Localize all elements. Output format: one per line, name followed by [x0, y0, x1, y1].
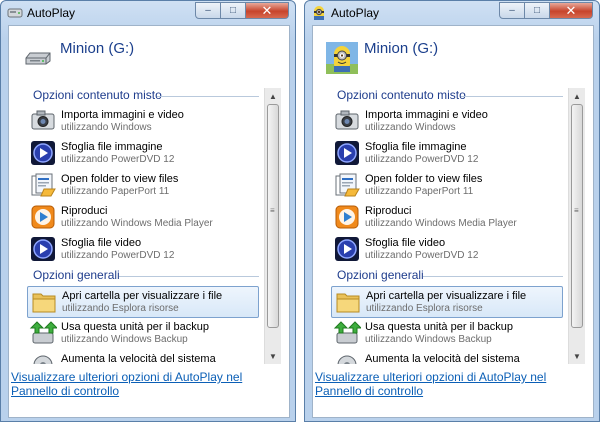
drive-name: Minion (G:): [364, 40, 439, 57]
usb-drive-icon: [25, 52, 51, 65]
close-button[interactable]: ✕: [246, 2, 289, 19]
option-browse-images[interactable]: Sfoglia file immagine utilizzando PowerD…: [331, 138, 563, 170]
section-header-general: Opzioni generali: [331, 268, 585, 286]
minion-icon: [314, 6, 324, 20]
option-play-media[interactable]: Riproduci utilizzando Windows Media Play…: [331, 202, 563, 234]
scroll-down-arrow[interactable]: ▼: [569, 349, 585, 363]
grip-icon: ≡: [574, 206, 579, 215]
drive-name: Minion (G:): [60, 40, 135, 57]
backup-icon: [333, 321, 361, 344]
media-player-icon: [31, 205, 55, 229]
powerdvd-icon: [31, 141, 55, 165]
option-use-for-backup[interactable]: Usa questa unità per il backup utilizzan…: [27, 318, 259, 350]
readyboost-icon: [33, 355, 53, 364]
media-player-icon: [335, 205, 359, 229]
powerdvd-icon: [31, 237, 55, 261]
option-open-folder-paperport[interactable]: Open folder to view files utilizzando Pa…: [27, 170, 259, 202]
autoplay-window-right: AutoPlay – □ ✕ Minion (G:) Opzioni conte…: [304, 0, 600, 422]
autoplay-window-left: AutoPlay – □ ✕ Minion (G:) Opzioni conte…: [0, 0, 296, 422]
title-bar[interactable]: AutoPlay – □ ✕: [305, 1, 599, 25]
dialog-content: Minion (G:) Opzioni contenuto misto Impo…: [312, 25, 594, 418]
section-header-mixed-content: Opzioni contenuto misto: [331, 88, 585, 106]
autoplay-options-list[interactable]: Opzioni contenuto misto Importa immagini…: [27, 88, 281, 364]
paperport-icon: [31, 173, 56, 197]
option-open-folder-explorer[interactable]: Apri cartella per visualizzare i file ut…: [331, 286, 563, 318]
window-title: AutoPlay: [331, 6, 380, 20]
powerdvd-icon: [335, 237, 359, 261]
section-header-general: Opzioni generali: [27, 268, 281, 286]
option-open-folder-explorer[interactable]: Apri cartella per visualizzare i file ut…: [27, 286, 259, 318]
camera-icon: [31, 110, 55, 130]
autoplay-options-list[interactable]: Opzioni contenuto misto Importa immagini…: [331, 88, 585, 364]
option-import-pictures[interactable]: Importa immagini e video utilizzando Win…: [331, 106, 563, 138]
option-use-for-backup[interactable]: Usa questa unità per il backup utilizzan…: [331, 318, 563, 350]
maximize-button[interactable]: □: [221, 2, 246, 19]
option-play-media[interactable]: Riproduci utilizzando Windows Media Play…: [27, 202, 259, 234]
scroll-thumb[interactable]: ≡: [571, 104, 583, 328]
readyboost-icon: [337, 355, 357, 364]
option-browse-images[interactable]: Sfoglia file immagine utilizzando PowerD…: [27, 138, 259, 170]
option-import-pictures[interactable]: Importa immagini e video utilizzando Win…: [27, 106, 259, 138]
option-speed-up-system[interactable]: Aumenta la velocità del sistema: [331, 350, 563, 364]
vertical-scrollbar[interactable]: ▲ ≡ ▼: [264, 88, 281, 364]
option-browse-video[interactable]: Sfoglia file video utilizzando PowerDVD …: [27, 234, 259, 266]
backup-icon: [29, 321, 57, 344]
option-speed-up-system[interactable]: Aumenta la velocità del sistema: [27, 350, 259, 364]
scroll-up-arrow[interactable]: ▲: [265, 89, 281, 103]
minimize-button[interactable]: –: [195, 2, 221, 19]
option-open-folder-paperport[interactable]: Open folder to view files utilizzando Pa…: [331, 170, 563, 202]
dialog-content: Minion (G:) Opzioni contenuto misto Impo…: [8, 25, 290, 418]
control-panel-link[interactable]: Visualizzare ulteriori opzioni di AutoPl…: [11, 370, 283, 398]
window-title: AutoPlay: [27, 6, 76, 20]
paperport-icon: [335, 173, 360, 197]
title-bar[interactable]: AutoPlay – □ ✕: [1, 1, 295, 25]
maximize-button[interactable]: □: [525, 2, 550, 19]
control-panel-link[interactable]: Visualizzare ulteriori opzioni di AutoPl…: [315, 370, 587, 398]
camera-icon: [335, 110, 359, 130]
powerdvd-icon: [335, 141, 359, 165]
option-browse-video[interactable]: Sfoglia file video utilizzando PowerDVD …: [331, 234, 563, 266]
vertical-scrollbar[interactable]: ▲ ≡ ▼: [568, 88, 585, 364]
scroll-down-arrow[interactable]: ▼: [265, 349, 281, 363]
autoplay-icon: [7, 8, 23, 18]
folder-icon: [32, 293, 56, 313]
folder-icon: [336, 293, 360, 313]
scroll-up-arrow[interactable]: ▲: [569, 89, 585, 103]
grip-icon: ≡: [270, 206, 275, 215]
scroll-thumb[interactable]: ≡: [267, 104, 279, 328]
close-button[interactable]: ✕: [550, 2, 593, 19]
minimize-button[interactable]: –: [499, 2, 525, 19]
section-header-mixed-content: Opzioni contenuto misto: [27, 88, 281, 106]
minion-icon: [326, 42, 358, 74]
